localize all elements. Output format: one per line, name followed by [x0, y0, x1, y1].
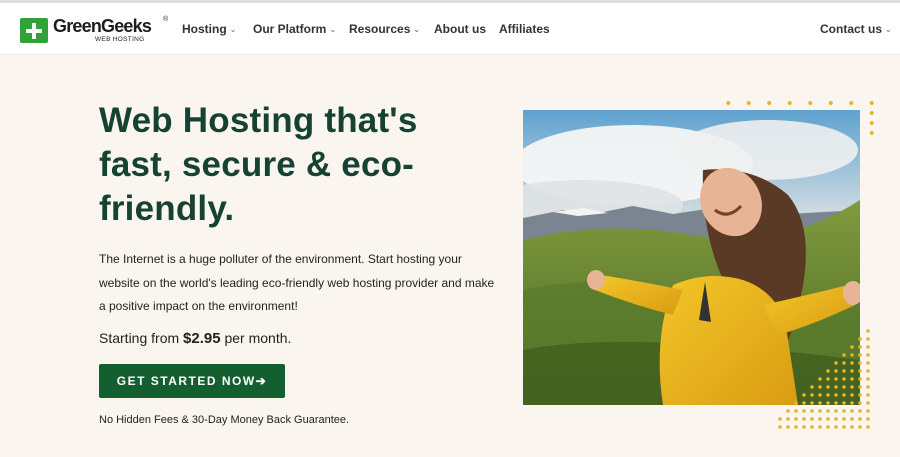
hero-description: The Internet is a huge polluter of the e… — [99, 252, 495, 313]
nav-our-platform-label: Our Platform — [253, 22, 327, 36]
nav-resources[interactable]: Resources ⌄ — [349, 22, 420, 38]
money-back-guarantee: No Hidden Fees & 30-Day Money Back Guara… — [99, 414, 350, 426]
chevron-down-icon: ⌄ — [229, 25, 237, 34]
get-started-label: GET STARTED NOW — [116, 374, 256, 388]
nav-resources-label: Resources — [349, 22, 411, 36]
logo-subtitle: WEB HOSTING — [95, 36, 145, 43]
hero-headline: Web Hosting that's fast, secure & eco-fr… — [99, 101, 418, 228]
nav-hosting[interactable]: Hosting ⌄ — [182, 22, 236, 38]
nav-hosting-label: Hosting — [182, 22, 227, 36]
starting-price: Starting from $2.95 per month. — [99, 330, 291, 347]
price-prefix: Starting from — [99, 330, 184, 346]
arrow-right-icon: ➔ — [255, 374, 268, 388]
nav-contact-us-label: Contact us — [820, 22, 883, 36]
greengeeks-logo[interactable]: GreenGeeks ® WEB HOSTING — [20, 16, 168, 45]
get-started-button[interactable]: GET STARTED NOW➔ — [99, 364, 285, 398]
price-suffix: per month. — [220, 330, 292, 346]
nav-about-us[interactable]: About us — [434, 22, 486, 36]
nav-contact-us[interactable]: Contact us ⌄ — [820, 22, 892, 38]
nav-our-platform[interactable]: Our Platform ⌄ — [253, 22, 336, 38]
chevron-down-icon: ⌄ — [413, 25, 421, 34]
plus-icon — [20, 18, 48, 43]
price-value: $2.95 — [183, 330, 221, 347]
decorative-dot-pattern-bottom — [770, 325, 880, 435]
chevron-down-icon: ⌄ — [885, 25, 892, 34]
nav-about-us-label: About us — [434, 22, 486, 36]
logo-wordmark: GreenGeeks — [53, 16, 152, 36]
chevron-down-icon: ⌄ — [329, 25, 337, 34]
nav-affiliates[interactable]: Affiliates — [499, 22, 550, 36]
registered-mark: ® — [163, 16, 169, 23]
site-header: GreenGeeks ® WEB HOSTING Hosting ⌄ Our Pl… — [0, 3, 900, 55]
nav-affiliates-label: Affiliates — [499, 22, 550, 36]
